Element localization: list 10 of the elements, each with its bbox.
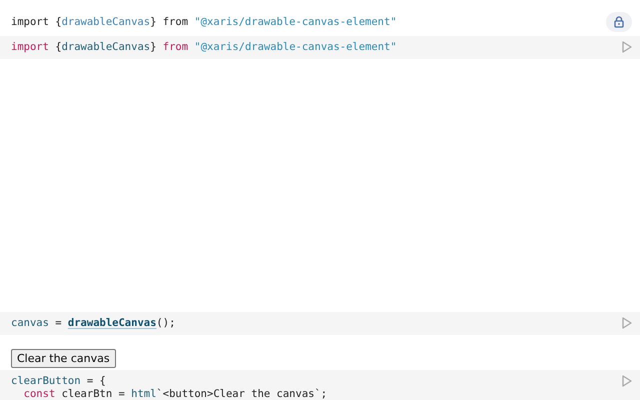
clear-canvas-button[interactable]: Clear the canvas xyxy=(11,349,116,368)
lock-icon[interactable] xyxy=(606,12,632,32)
code-line: const clearBtn = html`<button>Clear the canvas`; xyxy=(22,388,328,400)
output-line: import {drawableCanvas} from "@xaris/drawable-canvas-element" xyxy=(11,16,397,29)
run-icon[interactable] xyxy=(622,375,632,387)
code-line: import {drawableCanvas} from "@xaris/drawable-canvas-element" xyxy=(11,41,397,54)
run-icon[interactable] xyxy=(622,317,632,329)
code-line: canvas = drawableCanvas(); xyxy=(11,317,176,330)
run-icon[interactable] xyxy=(622,41,632,53)
code-line: clearButton = { xyxy=(11,375,107,388)
